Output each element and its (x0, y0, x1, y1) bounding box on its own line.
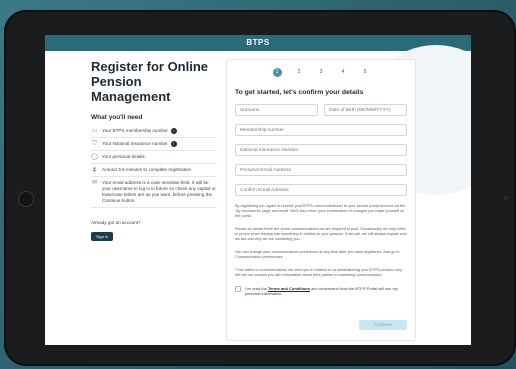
list-item: ▭ Your BTPS membership number i (91, 125, 217, 138)
list-item: ⧗ Around 3-5 minutes to complete registr… (91, 164, 217, 177)
step-4: 4 (338, 68, 348, 77)
id-card-icon: ▭ (91, 128, 98, 134)
step-3: 3 (316, 68, 326, 77)
list-item: ✉ Your email address is a case sensitive… (91, 177, 217, 208)
terms-checkbox[interactable] (235, 286, 241, 292)
list-item-text: Your email address is a case sensitive f… (102, 180, 216, 203)
consent-text: I've read the Terms and Conditions and u… (245, 286, 398, 296)
name-dob-row: Surname Date of Birth (DD/MM/YYYY) (235, 104, 407, 116)
form-title: To get started, let's confirm your detai… (235, 89, 364, 96)
hourglass-icon: ⧗ (92, 167, 97, 173)
info-icon[interactable]: i (170, 128, 177, 134)
step-1: 1 (272, 68, 282, 77)
info-paragraph: Please be aware there are some communica… (235, 227, 408, 241)
info-paragraph: You can change your communications prefe… (235, 250, 400, 259)
requirements-list: ▭ Your BTPS membership number i ⛉ Your Na… (91, 125, 217, 208)
list-item: ⛉ Your National Insurance number i (91, 138, 217, 151)
continue-button[interactable]: Continue (359, 320, 407, 330)
step-2: 2 (294, 68, 304, 77)
brand-header: BTPS (45, 35, 471, 51)
date-of-birth-input[interactable]: Date of Birth (DD/MM/YYYY) (324, 104, 407, 116)
step-5: 5 (360, 68, 370, 77)
email-input[interactable]: Personal Email Address (235, 164, 407, 176)
brand-logo: BTPS (246, 38, 270, 47)
surname-input[interactable]: Surname (235, 104, 318, 116)
step-indicator: 1 2 3 4 5 (227, 68, 415, 77)
info-paragraph: By registering you agree to receive your… (235, 204, 406, 218)
camera-dot (504, 196, 508, 200)
requirements-heading: What you'll need (91, 114, 143, 121)
person-icon: ◯ (91, 154, 98, 160)
info-paragraph: *This refers to communications we send y… (235, 268, 403, 277)
consent-row: I've read the Terms and Conditions and u… (235, 286, 407, 296)
registration-form: 1 2 3 4 5 To get started, let's confirm … (226, 59, 416, 341)
info-panel: Register for Online Pension Management W… (91, 59, 217, 243)
list-item-text: Your National Insurance number (102, 141, 168, 146)
sign-in-button[interactable]: Sign in (91, 232, 114, 241)
tablet-screen: BTPS Register for Online Pension Managem… (45, 35, 471, 345)
home-button[interactable] (18, 191, 34, 207)
list-item-text: Your personal details (102, 154, 145, 159)
list-item: ◯ Your personal details (91, 151, 217, 164)
already-account-text: Already got an account? (91, 220, 141, 225)
list-item-text: Your BTPS membership number (102, 128, 168, 133)
membership-number-input[interactable]: Membership number (235, 124, 407, 136)
page-title: Register for Online Pension Management (91, 59, 209, 104)
list-item-text: Around 3-5 minutes to complete registrat… (102, 167, 192, 172)
national-insurance-input[interactable]: National Insurance Number (235, 144, 407, 156)
email-icon: ✉ (91, 180, 98, 186)
info-icon[interactable]: i (170, 141, 177, 147)
shield-icon: ⛉ (92, 141, 97, 147)
confirm-email-input[interactable]: Confirm Email Address (235, 184, 407, 196)
